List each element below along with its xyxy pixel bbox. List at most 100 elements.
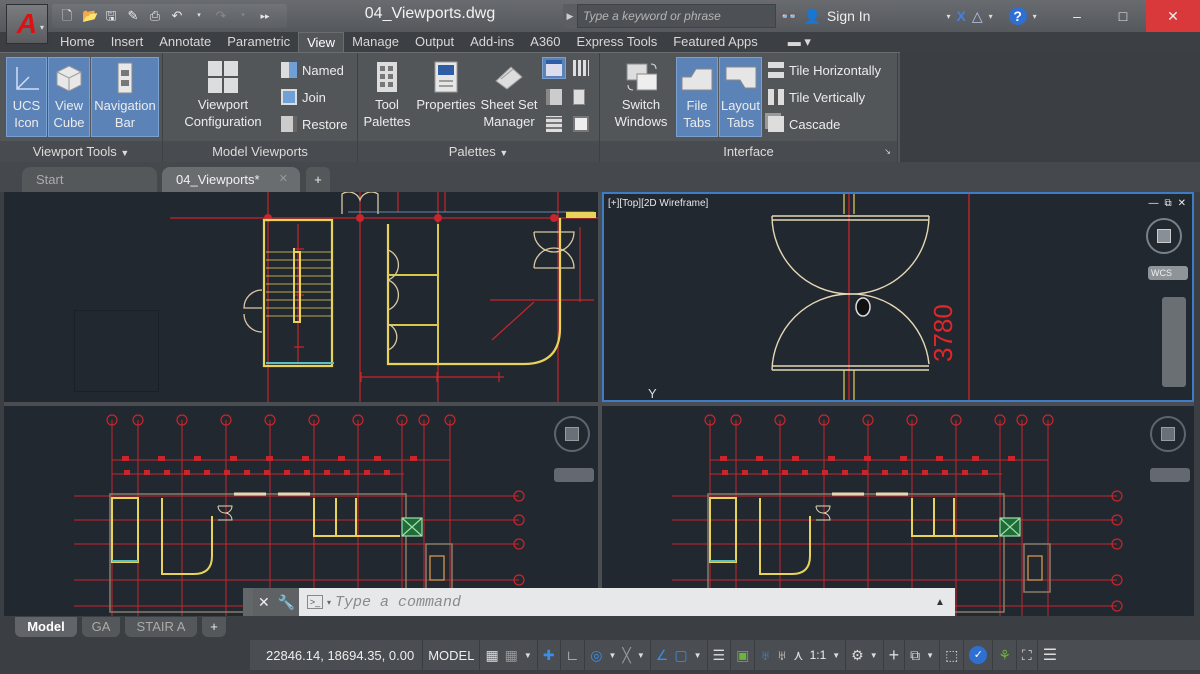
help-dropdown-icon[interactable]: ▾ xyxy=(1033,12,1037,21)
hardware-acceleration-toggle[interactable]: ✓ xyxy=(964,640,994,670)
command-input[interactable] xyxy=(335,593,931,611)
tab-manage[interactable]: Manage xyxy=(344,32,407,52)
binoculars-icon[interactable]: 👓 xyxy=(780,8,797,25)
wcs-menu[interactable]: WCS xyxy=(1148,266,1188,280)
named-viewports-button[interactable]: Named xyxy=(281,59,344,81)
save-as-icon[interactable]: ✎ xyxy=(126,9,140,23)
a360-dropdown-icon[interactable]: ▾ xyxy=(989,12,993,21)
tab-add-ins[interactable]: Add-ins xyxy=(462,32,522,52)
auto-scale-icon[interactable]: ♅ xyxy=(777,647,788,663)
close-button[interactable]: ✕ xyxy=(1146,0,1200,32)
tab-annotate[interactable]: Annotate xyxy=(151,32,219,52)
drawing-canvas[interactable]: [+][Top][2D Wireframe] — ⧉ ✕ 3780 Y WCS xyxy=(4,192,1194,616)
undo-icon[interactable]: ↶ xyxy=(170,9,184,23)
cascade-button[interactable]: Cascade xyxy=(768,113,840,135)
sign-in-button[interactable]: Sign In xyxy=(827,8,871,24)
viewcube-face[interactable] xyxy=(1157,229,1171,243)
viewport-minimize-icon[interactable]: — xyxy=(1148,198,1158,209)
redo-icon[interactable]: ↷ xyxy=(214,9,228,23)
command-history-toggle-icon[interactable]: ▲ xyxy=(935,597,955,608)
recent-commands-dropdown-icon[interactable]: ▾ xyxy=(327,598,331,607)
layout-tab-stair-a[interactable]: STAIR A xyxy=(125,617,197,637)
viewcube-widget[interactable] xyxy=(1146,218,1182,254)
tab-output[interactable]: Output xyxy=(407,32,462,52)
viewport-bottom-left[interactable] xyxy=(4,406,598,616)
viewport-top-left[interactable] xyxy=(4,192,598,402)
layout-tabs-button[interactable]: Layout Tabs xyxy=(719,57,762,137)
command-prompt-icon[interactable]: >_ xyxy=(307,595,323,609)
isodraft-icon[interactable]: ╳ xyxy=(622,647,630,664)
viewcube-face[interactable] xyxy=(1161,427,1175,441)
snap-dropdown-icon[interactable]: ▼ xyxy=(524,651,532,660)
viewport-label[interactable]: [+][Top][2D Wireframe] xyxy=(608,198,708,209)
units-dropdown-icon[interactable]: ▼ xyxy=(926,651,934,660)
layout-tab-ga[interactable]: GA xyxy=(82,617,120,637)
viewport-splitter-vertical[interactable] xyxy=(598,192,602,616)
application-menu-button[interactable]: A ▾ xyxy=(6,4,48,44)
properties-button[interactable]: Properties xyxy=(414,57,478,137)
clean-screen-palette-toggle[interactable]: ⚘ xyxy=(993,640,1017,670)
join-viewports-button[interactable]: Join xyxy=(281,86,326,108)
workspace-gear-icon[interactable]: ⚙ xyxy=(851,647,864,664)
viewport-close-icon[interactable]: ✕ xyxy=(1178,198,1186,209)
help-icon[interactable]: ? xyxy=(1008,7,1027,25)
exchange-apps-icon[interactable]: X xyxy=(956,8,965,24)
polar-dropdown-icon[interactable]: ▼ xyxy=(609,651,617,660)
navigation-bar[interactable] xyxy=(1162,297,1186,387)
open-icon[interactable]: 📂 xyxy=(82,9,98,23)
minimize-button[interactable]: – xyxy=(1054,0,1100,32)
ucs-icon-button[interactable]: UCS Icon xyxy=(6,57,47,137)
infer-constraints-toggle[interactable]: ✚ xyxy=(538,640,561,670)
transparency-toggle[interactable]: ▣ xyxy=(731,640,756,670)
file-tab-start[interactable]: Start xyxy=(22,167,157,192)
new-layout-button[interactable]: + xyxy=(202,617,226,637)
redo-dropdown-icon[interactable]: ▾ xyxy=(236,9,250,23)
external-references-button[interactable] xyxy=(573,113,589,135)
panel-launcher-icon[interactable]: ↘ xyxy=(884,141,891,163)
model-space-toggle[interactable]: MODEL xyxy=(423,640,481,670)
search-input[interactable] xyxy=(577,4,776,28)
sheet-set-manager-button[interactable]: Sheet Set Manager xyxy=(480,57,538,137)
search-expand-icon[interactable]: ▶ xyxy=(563,4,577,28)
design-center-button[interactable] xyxy=(546,113,562,135)
tab-insert[interactable]: Insert xyxy=(103,32,152,52)
file-tabs-button[interactable]: File Tabs xyxy=(676,57,718,137)
tile-horizontally-button[interactable]: Tile Horizontally xyxy=(768,59,881,81)
viewport-restore-icon[interactable]: ⧉ xyxy=(1164,198,1171,209)
undo-dropdown-icon[interactable]: ▾ xyxy=(192,9,206,23)
workspace-dropdown-icon[interactable]: ▼ xyxy=(870,651,878,660)
snap-mode-icon[interactable]: ▦ xyxy=(505,647,518,664)
viewcube-widget[interactable] xyxy=(554,416,590,452)
dbconnect-button[interactable] xyxy=(546,86,562,108)
panel-title-viewport-tools[interactable]: Viewport Tools ▼ xyxy=(0,141,162,163)
isolate-objects-toggle[interactable]: ⬚ xyxy=(940,640,965,670)
more-icon[interactable]: ▸▸ xyxy=(258,9,272,23)
customization-menu[interactable]: ☰ xyxy=(1038,640,1062,670)
object-snap-tracking-icon[interactable]: ∠ xyxy=(656,647,669,664)
object-snap-icon[interactable]: ▢ xyxy=(674,647,687,664)
coordinates-readout[interactable]: 22846.14, 18694.35, 0.00 xyxy=(250,640,424,670)
sign-in-dropdown-icon[interactable]: ▾ xyxy=(946,12,950,21)
tab-view[interactable]: View xyxy=(298,32,345,52)
wcs-menu[interactable] xyxy=(554,468,594,482)
viewport-configuration-button[interactable]: Viewport Configuration xyxy=(173,57,273,137)
maximize-button[interactable]: □ xyxy=(1100,0,1146,32)
autodesk-a360-icon[interactable]: △ xyxy=(972,8,983,25)
tile-vertically-button[interactable]: Tile Vertically xyxy=(768,86,865,108)
navigation-bar-button[interactable]: Navigation Bar xyxy=(91,57,159,137)
annotation-scale-value[interactable]: 1:1 xyxy=(810,648,827,662)
isodraft-dropdown-icon[interactable]: ▼ xyxy=(637,651,645,660)
switch-windows-button[interactable]: Switch Windows xyxy=(606,57,676,137)
quickcalc-button[interactable] xyxy=(573,57,589,79)
plot-icon[interactable]: ⎙ xyxy=(148,9,162,23)
annotation-scale-dropdown-icon[interactable]: ▼ xyxy=(832,651,840,660)
viewcube-widget[interactable] xyxy=(1150,416,1186,452)
tab-featured-apps[interactable]: Featured Apps xyxy=(665,32,766,52)
restore-viewports-button[interactable]: Restore xyxy=(281,113,348,135)
annotation-monitor-toggle[interactable]: + xyxy=(884,640,906,670)
calculator-button[interactable] xyxy=(573,86,585,108)
tool-palettes-button[interactable]: Tool Palettes xyxy=(362,57,412,137)
save-icon[interactable]: 🖫 xyxy=(104,9,118,23)
new-icon[interactable]: 🗋 xyxy=(60,9,74,23)
markup-set-manager-button[interactable] xyxy=(542,57,566,79)
